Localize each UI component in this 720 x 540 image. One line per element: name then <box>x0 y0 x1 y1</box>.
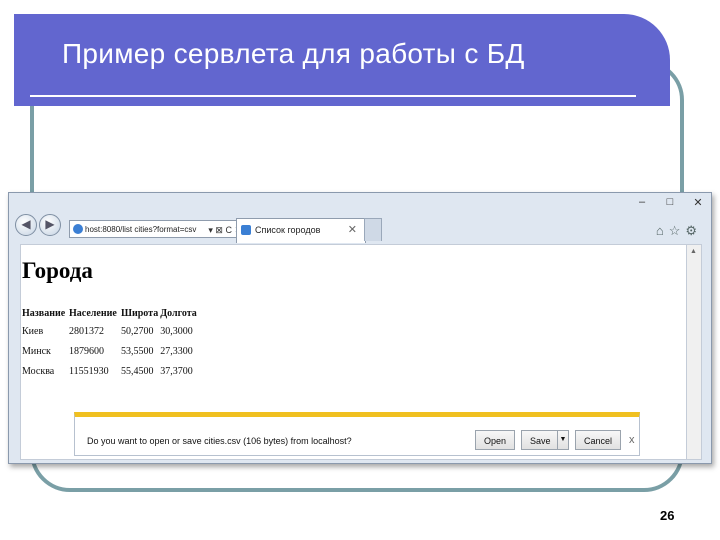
star-icon[interactable]: ☆ <box>669 223 681 239</box>
close-window-button[interactable]: ✕ <box>691 196 705 209</box>
table-cell: 2801372 <box>69 325 104 337</box>
forward-icon[interactable]: ▶ <box>39 214 61 236</box>
gear-icon[interactable]: ⚙ <box>685 223 697 239</box>
minimize-button[interactable]: – <box>635 196 649 209</box>
column-header: Население <box>69 307 117 319</box>
table-cell: 27,3300 <box>160 345 193 357</box>
table-cell: 55,4500 <box>121 365 154 377</box>
slide-title: Пример сервлета для работы с БД <box>62 38 525 69</box>
table-cell: 50,2700 <box>121 325 154 337</box>
tab-close-icon[interactable]: ✕ <box>348 223 357 236</box>
cancel-button[interactable]: Cancel <box>575 430 621 450</box>
table-cell: Минск <box>22 345 51 357</box>
column-header: Широта <box>121 307 159 319</box>
table-cell: 37,3700 <box>160 365 193 377</box>
table-cell: Киев <box>22 325 44 337</box>
table-cell: 53,5500 <box>121 345 154 357</box>
save-label: Save <box>530 436 551 446</box>
open-button[interactable]: Open <box>475 430 515 450</box>
close-icon[interactable]: x <box>629 434 635 446</box>
table-cell: 30,3000 <box>160 325 193 337</box>
address-url: host:8080/list cities?format=csv <box>85 225 197 234</box>
title-underline <box>30 95 636 97</box>
column-header: Название <box>22 307 66 319</box>
ie-logo-icon <box>73 224 83 234</box>
page-icon <box>241 225 251 235</box>
page-number: 26 <box>660 508 675 523</box>
column-header: Долгота <box>160 307 197 319</box>
tab-label: Список городов <box>255 225 321 235</box>
save-button[interactable]: Save ▼ <box>521 430 569 450</box>
vertical-scrollbar[interactable]: ▲ <box>686 244 702 460</box>
window-controls: – □ ✕ <box>635 196 705 209</box>
table-cell: Москва <box>22 365 55 377</box>
browser-toolbar-icons: ⌂ ☆ ⚙ <box>656 223 697 239</box>
scroll-up-icon[interactable]: ▲ <box>690 248 697 255</box>
download-notification-bar: Do you want to open or save cities.csv (… <box>74 412 640 456</box>
table-row: Минск 1879600 53,5500 27,3300 <box>21 341 201 361</box>
table-header-row: Название Население Широта Долгота <box>21 305 201 321</box>
cities-table: Название Население Широта Долгота Киев 2… <box>21 305 201 381</box>
download-message: Do you want to open or save cities.csv (… <box>87 436 352 446</box>
table-row: Москва 11551930 55,4500 37,3700 <box>21 361 201 381</box>
address-bar[interactable]: host:8080/list cities?format=csv ▾ ⊠ C ✕ <box>69 220 245 238</box>
maximize-button[interactable]: □ <box>663 196 677 209</box>
back-icon[interactable]: ◀ <box>15 214 37 236</box>
table-cell: 11551930 <box>69 365 109 377</box>
new-tab-button[interactable] <box>364 218 382 241</box>
table-row: Киев 2801372 50,2700 30,3000 <box>21 321 201 341</box>
home-icon[interactable]: ⌂ <box>656 223 664 239</box>
table-cell: 1879600 <box>69 345 104 357</box>
tab-cities[interactable]: Список городов ✕ <box>236 218 366 243</box>
save-dropdown-icon[interactable]: ▼ <box>557 431 568 449</box>
page-heading: Города <box>22 258 93 283</box>
